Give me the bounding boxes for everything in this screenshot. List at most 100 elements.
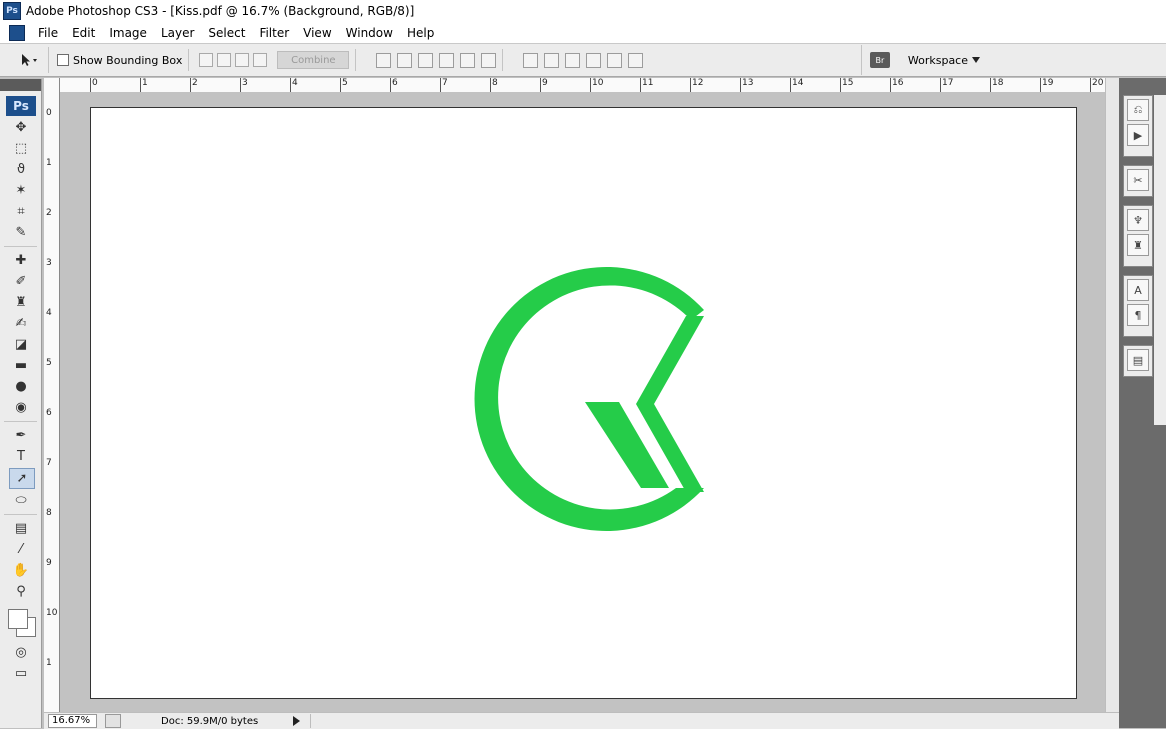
align-vcenter-icon[interactable]	[397, 52, 413, 68]
ruler-label: 6	[46, 408, 52, 418]
align-hcenter-icon[interactable]	[460, 52, 476, 68]
ruler-label: 10	[592, 78, 604, 88]
eyedropper-tool-icon[interactable]: ⁄	[9, 540, 33, 559]
toolbox-grip[interactable]	[0, 79, 41, 91]
align-right-icon[interactable]	[481, 52, 497, 68]
direct-selection-tool-icon[interactable]: ➚	[9, 468, 35, 489]
history-brush-tool-icon[interactable]: ✍	[9, 314, 33, 333]
move-tool-icon[interactable]: ✥	[9, 118, 33, 137]
combine-button[interactable]: Combine	[277, 51, 350, 69]
hand-tool-icon[interactable]: ✋	[9, 561, 33, 580]
align-bottom-icon[interactable]	[418, 52, 434, 68]
ruler-label: 0	[46, 108, 52, 118]
eraser-tool-icon[interactable]: ◪	[9, 335, 33, 354]
menu-view[interactable]: View	[296, 26, 338, 40]
menu-filter[interactable]: Filter	[252, 26, 296, 40]
tool-preset-picker[interactable]	[8, 47, 49, 73]
screen-mode-icon[interactable]: ▭	[9, 664, 33, 683]
history-panel-icon[interactable]: ⎌	[1127, 99, 1149, 121]
ruler-label: 1	[142, 78, 148, 88]
blur-tool-icon[interactable]: ●	[9, 377, 33, 396]
toolbox-ps-badge[interactable]: Ps	[6, 96, 36, 116]
bridge-icon[interactable]: Br	[869, 52, 890, 68]
ruler-label: 8	[46, 508, 52, 518]
clone-stamp-tool-icon[interactable]: ♜	[9, 293, 33, 312]
menu-window[interactable]: Window	[339, 26, 400, 40]
layer-comps-panel-icon[interactable]: ▤	[1127, 349, 1149, 371]
actions-panel-icon[interactable]: ▶	[1127, 124, 1149, 146]
subtract-shape-icon[interactable]	[217, 53, 232, 67]
marquee-tool-icon[interactable]: ⬚	[9, 139, 33, 158]
status-menu-arrow-icon[interactable]	[293, 716, 300, 726]
type-tool-icon[interactable]: T	[9, 447, 33, 466]
distribute-vcenter-icon[interactable]	[544, 52, 560, 68]
pen-tool-icon[interactable]: ✒	[9, 426, 33, 445]
zoom-tool-icon[interactable]: ⚲	[9, 582, 33, 601]
zoom-level-field[interactable]: 16.67%	[48, 714, 97, 728]
ruler-label: 18	[992, 78, 1004, 88]
window-title: Adobe Photoshop CS3 - [Kiss.pdf @ 16.7% …	[26, 4, 415, 18]
ruler-label: 15	[842, 78, 854, 88]
vertical-scrollbar[interactable]	[1105, 78, 1120, 712]
distribute-hcenter-icon[interactable]	[607, 52, 623, 68]
ruler-origin[interactable]	[44, 78, 60, 93]
quick-mask-icon[interactable]: ◎	[9, 643, 33, 662]
distribute-right-icon[interactable]	[628, 52, 644, 68]
doc-size-info: Doc: 59.9M/0 bytes	[161, 715, 259, 727]
foreground-color-swatch[interactable]	[8, 609, 28, 629]
workspace-menu[interactable]: Workspace	[908, 54, 980, 67]
layer-comps-panel-group: ▤	[1123, 345, 1153, 377]
ellipse-tool-icon[interactable]: ⬭	[9, 491, 33, 510]
ruler-label: 13	[742, 78, 754, 88]
lasso-tool-icon[interactable]: ϑ	[9, 160, 33, 179]
add-to-shape-icon[interactable]	[199, 53, 214, 67]
ruler-label: 4	[46, 308, 52, 318]
menu-edit[interactable]: Edit	[65, 26, 102, 40]
panel-icon-strip: ⎌ ▶ ✂ ♆ ♜ A ¶ ▤	[1123, 95, 1153, 395]
healing-brush-tool-icon[interactable]: ✚	[9, 251, 33, 270]
path-mode-icons	[199, 53, 268, 67]
menu-select[interactable]: Select	[201, 26, 252, 40]
checkbox-box[interactable]	[57, 54, 69, 66]
ruler-label: 20	[1092, 78, 1104, 88]
kiss-logo-artwork	[474, 267, 704, 531]
menu-file[interactable]: File	[31, 26, 65, 40]
character-panel-icon[interactable]: A	[1127, 279, 1149, 301]
horizontal-scrollbar[interactable]	[310, 714, 1119, 728]
tool-presets-icon[interactable]: ✂	[1127, 169, 1149, 191]
paragraph-panel-icon[interactable]: ¶	[1127, 304, 1149, 326]
app-menu-icon[interactable]	[9, 24, 25, 41]
status-bar: 16.67% Doc: 59.9M/0 bytes	[44, 712, 1119, 729]
color-swatches[interactable]	[6, 607, 41, 641]
distribute-top-icon[interactable]	[523, 52, 539, 68]
divider	[4, 421, 37, 422]
align-top-icon[interactable]	[376, 52, 392, 68]
brushes-panel-icon[interactable]: ♆	[1127, 209, 1149, 231]
show-bounding-box-checkbox[interactable]: Show Bounding Box	[57, 54, 182, 67]
dodge-tool-icon[interactable]: ◉	[9, 398, 33, 417]
align-left-icon[interactable]	[439, 52, 455, 68]
ruler-label: 4	[292, 78, 298, 88]
gradient-tool-icon[interactable]: ▬	[9, 356, 33, 375]
status-info-icon[interactable]	[105, 714, 121, 728]
notes-tool-icon[interactable]: ▤	[9, 519, 33, 538]
ruler-label: 14	[792, 78, 804, 88]
crop-tool-icon[interactable]: ⌗	[9, 202, 33, 221]
menu-layer[interactable]: Layer	[154, 26, 201, 40]
brush-tool-icon[interactable]: ✐	[9, 272, 33, 291]
show-bounding-box-label: Show Bounding Box	[73, 53, 183, 67]
bridge-area: Br Workspace	[860, 45, 1166, 75]
clone-source-panel-icon[interactable]: ♜	[1127, 234, 1149, 256]
distribute-bottom-icon[interactable]	[565, 52, 581, 68]
intersect-shape-icon[interactable]	[235, 53, 250, 67]
document-window[interactable]	[60, 92, 1105, 712]
magic-wand-tool-icon[interactable]: ✶	[9, 181, 33, 200]
menu-help[interactable]: Help	[400, 26, 441, 40]
exclude-shape-icon[interactable]	[253, 53, 268, 67]
slice-tool-icon[interactable]: ✎	[9, 223, 33, 242]
distribute-left-icon[interactable]	[586, 52, 602, 68]
document-canvas[interactable]	[90, 107, 1077, 699]
ruler-label: 1	[46, 158, 52, 168]
menu-image[interactable]: Image	[102, 26, 154, 40]
divider	[502, 49, 504, 71]
